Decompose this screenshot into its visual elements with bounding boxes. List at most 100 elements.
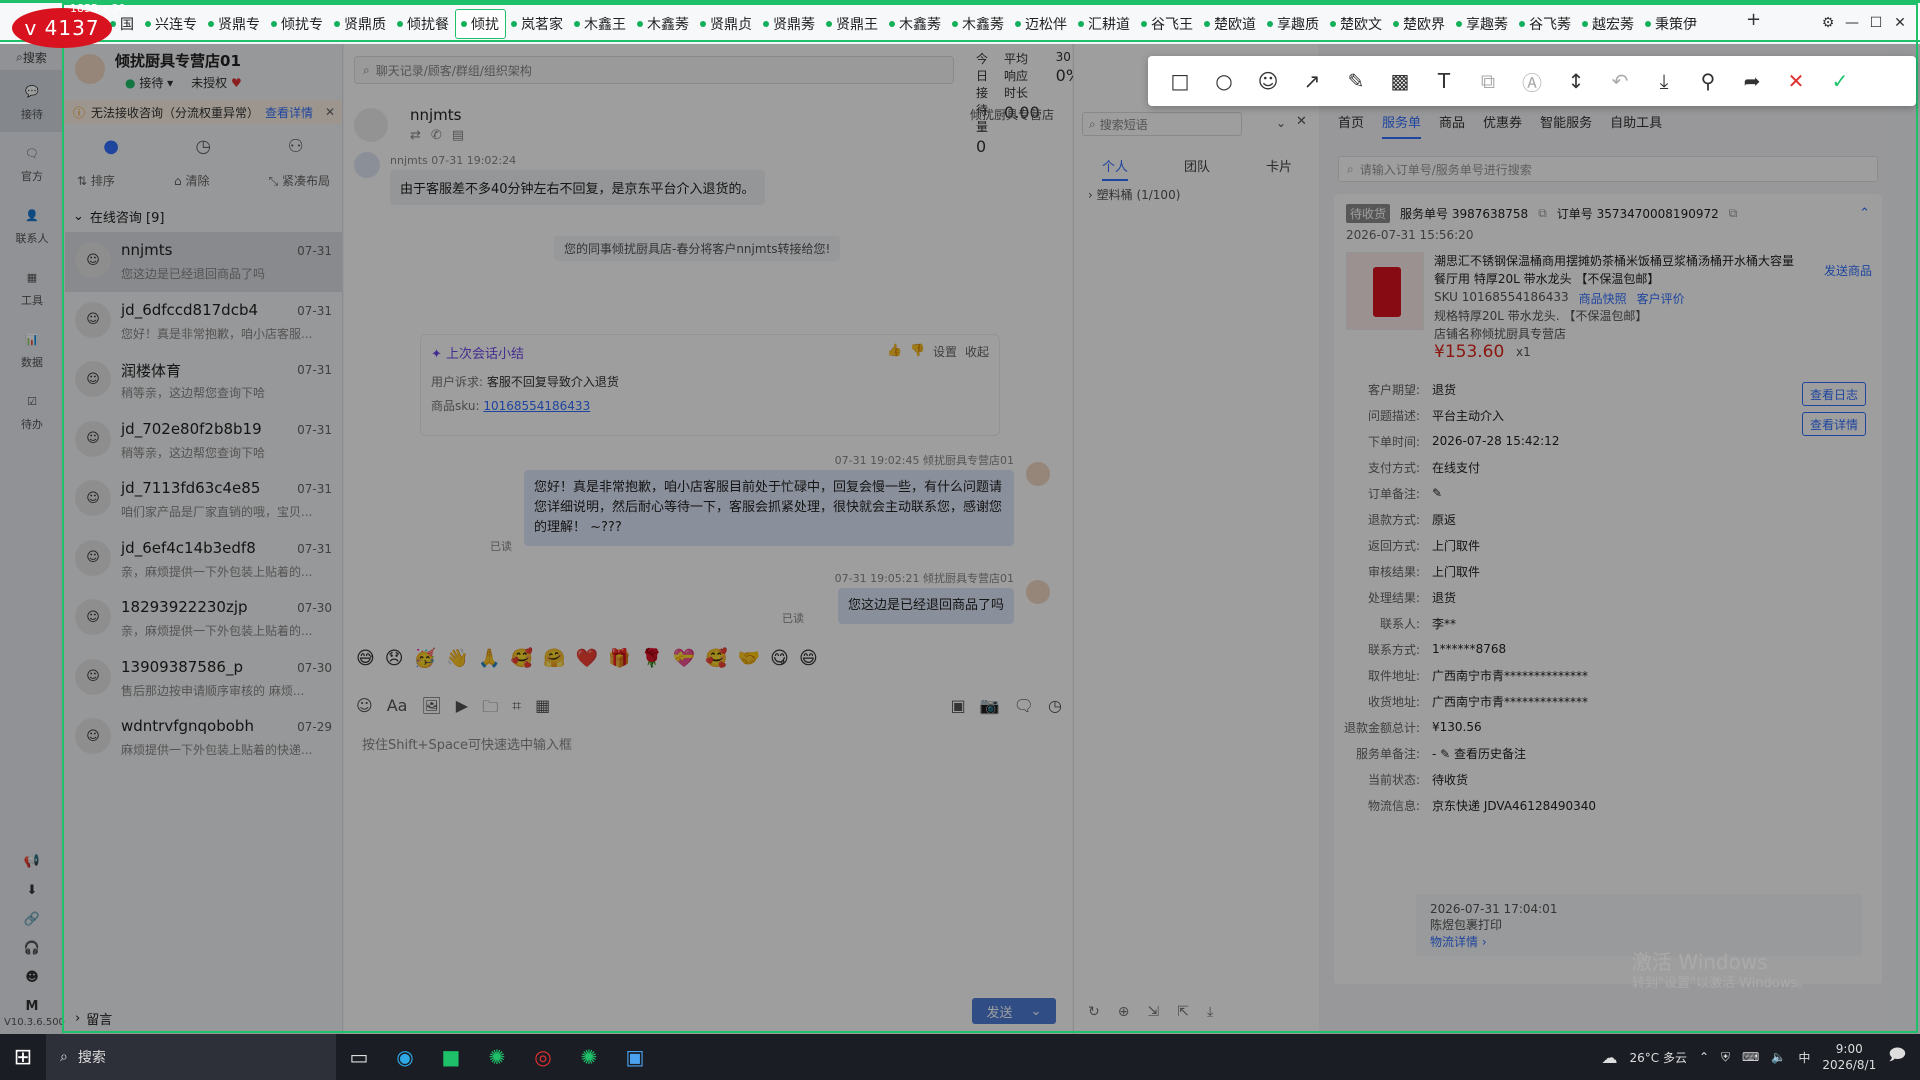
confirm-icon[interactable]: ✓ [1818,61,1862,101]
wechat-icon[interactable]: ■ [428,1034,474,1080]
rail-item-contacts[interactable]: 👤 联系人 [0,194,64,256]
quick-emoji[interactable]: 😄 [799,648,818,669]
import-icon[interactable]: ⇲ [1147,1004,1159,1020]
shop-tab[interactable]: 岚茗家 [506,9,569,39]
close-window-button[interactable]: ✕ [1888,11,1912,35]
quick-emoji[interactable]: 🙏 [478,648,500,669]
reception-status-dropdown[interactable]: ● 接待 ▾ [125,74,173,91]
weather-text[interactable]: 26°C 多云 [1629,1049,1686,1066]
view-detail-button[interactable]: 查看详情 [1802,412,1866,436]
online-consult-group[interactable]: ⌄ 在线咨询 [9] [65,204,342,228]
rail-item-reception[interactable]: 💬 接待 [0,70,64,132]
maximize-button[interactable]: ☐ [1864,11,1888,35]
rectangle-tool-icon[interactable]: □ [1158,61,1202,101]
shop-tab[interactable]: 贤鼎王 [821,9,884,39]
conversation-item[interactable]: ☺ jd_702e80f2b8b19 07-31 稍等亲，这边帮您查询下哈 [65,411,342,471]
ocr-tool-icon[interactable]: Ⓐ [1510,61,1554,101]
calculator-icon[interactable]: ▦ [535,696,550,723]
download-icon[interactable]: ⬇ [27,883,38,898]
shop-tab[interactable]: 享趣莠 [1451,9,1514,39]
jd-workbench-icon[interactable]: ▣ [612,1034,658,1080]
close-icon[interactable]: ✕ [1296,114,1307,129]
shop-tab[interactable]: 倾扰 [455,9,506,39]
ime-indicator[interactable]: 中 [1798,1049,1810,1066]
send-button[interactable]: 发送 ⌄ [972,998,1056,1024]
shop-tab[interactable]: 贤鼎专 [203,9,266,39]
quick-emoji[interactable]: 🥰 [705,648,727,669]
shop-tab[interactable]: 兴连专 [140,9,203,39]
quick-emoji[interactable]: 🌹 [640,648,662,669]
quick-reply-search[interactable]: ⌕ 搜索短语 [1082,112,1242,136]
quick-emoji[interactable]: 👋 [446,648,468,669]
thumbs-up-icon[interactable]: 👍 [887,343,902,360]
settings-icon[interactable]: ⚙ [1816,11,1840,35]
clock-icon[interactable]: ◷ [195,136,211,157]
image-icon[interactable]: 🖼 [421,696,441,723]
copy-icon[interactable]: ⧉ [1538,206,1547,221]
shop-tab[interactable]: 贤鼎莠 [758,9,821,39]
shop-tab[interactable]: 贤鼎质 [329,9,392,39]
shop-tab[interactable]: 汇耕道 [1073,9,1136,39]
headset-icon[interactable]: 🎧 [24,941,40,956]
shop-tab[interactable]: 楚欧道 [1199,9,1262,39]
add-icon[interactable]: ⊕ [1118,1004,1130,1020]
conversation-item[interactable]: ☺ wdntrvfgnqobobh 07-29 麻烦提供一下外包装上贴着的快递... [65,708,342,768]
quick-emoji[interactable]: 🎁 [608,648,630,669]
shop-tab[interactable]: 木鑫王 [569,9,632,39]
auth-status[interactable]: 未授权 ♥ [191,74,242,91]
rail-search[interactable]: ⌕ 搜索 [0,44,63,70]
summary-sku-link[interactable]: 10168554186433 [483,399,590,413]
transfer-icon[interactable]: ⇄ [410,128,421,143]
download-icon[interactable]: ⤓ [1207,1004,1213,1020]
sort-button[interactable]: ⇅ 排序 [77,172,115,189]
copy-icon[interactable]: ⧉ [1729,206,1738,221]
order-nav-tab[interactable]: 商品 [1439,112,1465,139]
order-icon[interactable]: ▣ [951,696,966,715]
mosaic-tool-icon[interactable]: ▩ [1378,61,1422,101]
shop-tab[interactable]: 木鑫莠 [884,9,947,39]
taskbar-clock[interactable]: 9:00 2026/8/1 [1822,1041,1876,1073]
pin-icon[interactable]: ⚲ [1686,61,1730,101]
ellipse-tool-icon[interactable]: ○ [1202,61,1246,101]
conversation-item[interactable]: ☺ jd_6ef4c14b3edf8 07-31 亲，麻烦提供一下外包装上贴着的... [65,530,342,590]
shop-tab[interactable]: 楚欧界 [1388,9,1451,39]
conversation-item[interactable]: ☺ 润楼体育 07-31 稍等亲，这边帮您查询下哈 [65,351,342,411]
quick-emoji[interactable]: 🤗 [543,648,565,669]
shop-tab[interactable]: 倾扰专 [266,9,329,39]
share-icon[interactable]: ➦ [1730,61,1774,101]
quick-emoji[interactable]: 🤝 [738,648,760,669]
task-view-icon[interactable]: ▭ [336,1034,382,1080]
arrow-tool-icon[interactable]: ↗ [1290,61,1334,101]
shop-tab[interactable]: 谷飞王 [1136,9,1199,39]
conversation-item[interactable]: ☺ jd_7113fd63c4e85 07-31 咱们家产品是厂家直销的哦，宝贝... [65,470,342,530]
app-red-circle-icon[interactable]: ◎ [520,1034,566,1080]
shop-tab[interactable]: 楚欧文 [1325,9,1388,39]
quick-emoji[interactable]: ❤️ [576,648,598,669]
conversation-item[interactable]: ☺ 18293922230zjp 07-30 亲，麻烦提供一下外包装上贴着的... [65,589,342,649]
notification-icon[interactable]: 🗩 [1888,1044,1906,1071]
sticker-tool-icon[interactable]: ☺ [1246,61,1290,101]
shop-tab[interactable]: 木鑫莠 [947,9,1010,39]
volume-icon[interactable]: 🔈 [1771,1050,1786,1064]
windows-start-icon[interactable]: ⊞ [0,1034,46,1080]
emoji-icon[interactable]: ☺ [356,696,373,723]
shop-tab[interactable]: 迈松伴 [1010,9,1073,39]
tray-overflow-icon[interactable]: ⌃ [1699,1050,1709,1064]
camera-icon[interactable]: 📷 [980,696,1000,715]
cancel-icon[interactable]: ✕ [1774,61,1818,101]
add-tab-button[interactable]: + [1738,9,1769,30]
order-nav-tab[interactable]: 优惠券 [1483,112,1522,139]
order-nav-tab[interactable]: 首页 [1338,112,1364,139]
chevron-down-icon[interactable]: ⌄ [1031,1004,1042,1019]
group-icon[interactable]: ⚇ [288,136,304,157]
quick-reply-group[interactable]: › 塑料桶 (1/100) [1088,186,1180,203]
note-icon[interactable]: ▤ [452,128,464,143]
expand-icon[interactable]: ⌄ [1276,116,1286,130]
save-icon[interactable]: ⤓ [1642,61,1686,101]
conversation-item[interactable]: ☺ nnjmts 07-31 您这边是已经退回商品了吗 [65,232,342,292]
app-green-star-icon[interactable]: ✺ [474,1034,520,1080]
product-snapshot-link[interactable]: 商品快照 [1579,290,1627,307]
rail-item-data[interactable]: 📊 数据 [0,318,64,380]
compact-layout-button[interactable]: ⤡ 紧凑布局 [269,172,330,189]
thumbs-down-icon[interactable]: 👎 [910,343,925,360]
